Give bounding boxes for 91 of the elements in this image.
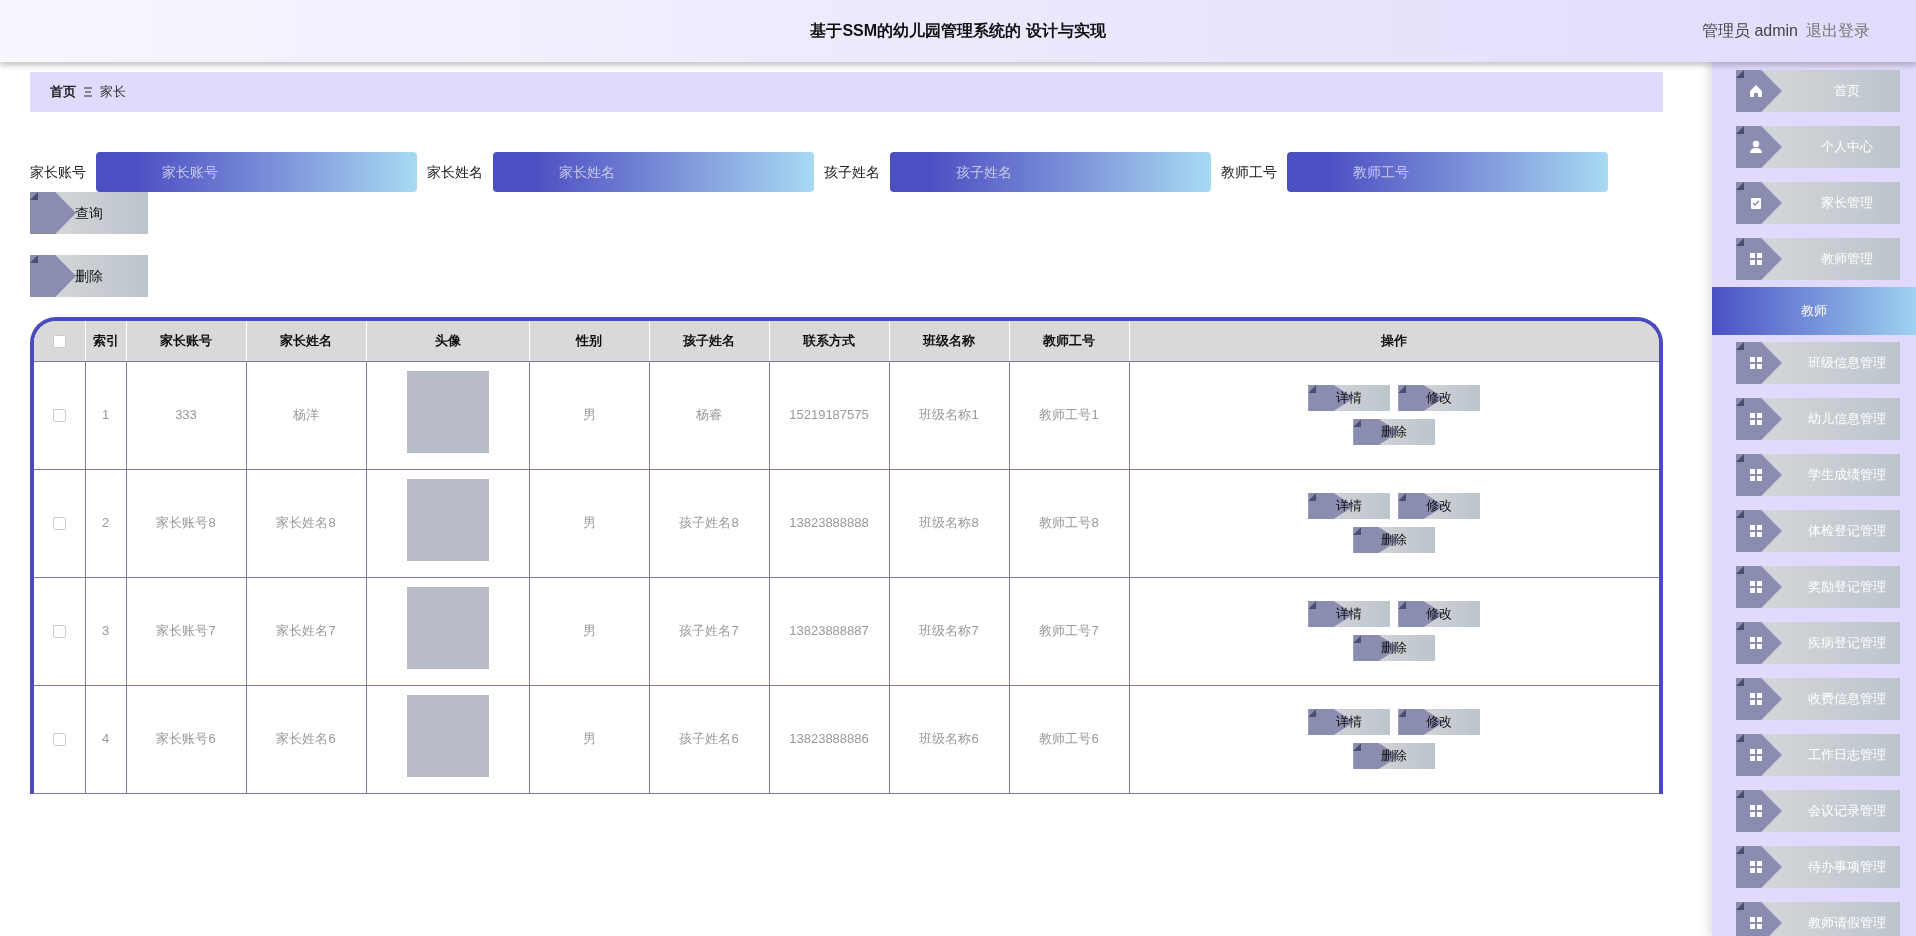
- action-button[interactable]: 删除: [1353, 743, 1436, 769]
- action-button[interactable]: 修改: [1398, 493, 1481, 519]
- action-button[interactable]: 修改: [1398, 601, 1481, 627]
- grid-icon: [1749, 804, 1763, 818]
- logout-link[interactable]: 退出登录: [1806, 19, 1870, 43]
- table-cell: 班级名称8: [889, 469, 1009, 577]
- table-cell: 家长账号8: [126, 469, 246, 577]
- search-field[interactable]: 教师工号: [1287, 152, 1608, 192]
- action-button[interactable]: 删除: [1353, 527, 1436, 553]
- search-field[interactable]: 家长姓名: [493, 152, 814, 192]
- table-cell: 孩子姓名7: [649, 577, 769, 685]
- action-button[interactable]: 详情: [1308, 385, 1391, 411]
- sidebar-subitem[interactable]: 教师: [1712, 287, 1916, 335]
- row-checkbox[interactable]: [52, 517, 66, 531]
- query-button[interactable]: 查询: [30, 192, 148, 234]
- table-cell: 家长姓名8: [246, 469, 366, 577]
- search-field[interactable]: 家长账号: [96, 152, 417, 192]
- table-cell: 教师工号7: [1009, 577, 1129, 685]
- table-cell: 15219187575: [769, 361, 889, 469]
- action-button[interactable]: 修改: [1398, 385, 1481, 411]
- user-label: 管理员 admin: [1701, 21, 1798, 41]
- action-button[interactable]: 修改: [1398, 709, 1481, 735]
- table-cell: 班级名称1: [889, 361, 1009, 469]
- grid-icon: [1749, 692, 1763, 706]
- table-cell: 杨洋: [246, 361, 366, 469]
- table-cell: 家长账号7: [126, 577, 246, 685]
- table-cell: 孩子姓名6: [649, 685, 769, 793]
- row-checkbox[interactable]: [52, 733, 66, 747]
- table-cell: 家长姓名7: [246, 577, 366, 685]
- table-cell: 班级名称6: [889, 685, 1009, 793]
- select-all-checkbox[interactable]: [52, 335, 66, 349]
- column-header: 孩子姓名: [649, 321, 769, 361]
- table-cell: 13823888886: [769, 685, 889, 793]
- table-cell: 男: [529, 469, 649, 577]
- column-header: 家长姓名: [246, 321, 366, 361]
- column-header: 家长账号: [126, 321, 246, 361]
- column-header: 教师工号: [1009, 321, 1129, 361]
- table-cell: 男: [529, 685, 649, 793]
- search-field[interactable]: 孩子姓名: [890, 152, 1211, 192]
- table-cell: 男: [529, 577, 649, 685]
- grid-icon: [1749, 412, 1763, 426]
- column-header: 班级名称: [889, 321, 1009, 361]
- person-icon: [1749, 140, 1763, 154]
- table-cell: 孩子姓名8: [649, 469, 769, 577]
- grid-icon: [1749, 356, 1763, 370]
- table-cell: 家长姓名6: [246, 685, 366, 793]
- app-title: 基于SSM的幼儿园管理系统的 设计与实现: [810, 21, 1106, 41]
- grid-icon: [1749, 636, 1763, 650]
- action-button[interactable]: 详情: [1308, 493, 1391, 519]
- table-cell: 班级名称7: [889, 577, 1009, 685]
- column-header: 索引: [85, 321, 126, 361]
- table-cell: 教师工号8: [1009, 469, 1129, 577]
- row-checkbox[interactable]: [52, 409, 66, 423]
- action-button[interactable]: 删除: [1353, 419, 1436, 445]
- grid-icon: [1749, 860, 1763, 874]
- clipboard-icon: [1749, 196, 1763, 210]
- grid-icon: [1749, 252, 1763, 266]
- breadcrumb-home-link[interactable]: 首页: [50, 82, 76, 102]
- column-header: 操作: [1129, 321, 1659, 361]
- field-label: 家长账号: [30, 162, 86, 182]
- table-cell: 13823888887: [769, 577, 889, 685]
- home-icon: [1749, 84, 1763, 98]
- table-cell: 杨睿: [649, 361, 769, 469]
- table-cell: 教师工号1: [1009, 361, 1129, 469]
- breadcrumb-current: 家长: [100, 83, 126, 102]
- table-cell: 3: [85, 577, 126, 685]
- grid-icon: [1749, 580, 1763, 594]
- row-checkbox[interactable]: [52, 625, 66, 639]
- column-header: 头像: [366, 321, 529, 361]
- table-cell: 男: [529, 361, 649, 469]
- delete-button[interactable]: 删除: [30, 255, 148, 297]
- action-button[interactable]: 详情: [1308, 709, 1391, 735]
- action-button[interactable]: 详情: [1308, 601, 1391, 627]
- column-header: 联系方式: [769, 321, 889, 361]
- column-header: 性别: [529, 321, 649, 361]
- table-cell: 333: [126, 361, 246, 469]
- action-button[interactable]: 删除: [1353, 635, 1436, 661]
- grid-icon: [1749, 748, 1763, 762]
- table-cell: 1: [85, 361, 126, 469]
- grid-icon: [1749, 916, 1763, 930]
- field-label: 家长姓名: [427, 162, 483, 182]
- table-cell: 4: [85, 685, 126, 793]
- field-label: 教师工号: [1221, 162, 1277, 182]
- table-cell: 教师工号6: [1009, 685, 1129, 793]
- table-cell: 2: [85, 469, 126, 577]
- field-label: 孩子姓名: [824, 162, 880, 182]
- table-cell: 家长账号6: [126, 685, 246, 793]
- table-cell: 13823888888: [769, 469, 889, 577]
- menu-icon: [84, 87, 92, 97]
- grid-icon: [1749, 524, 1763, 538]
- grid-icon: [1749, 468, 1763, 482]
